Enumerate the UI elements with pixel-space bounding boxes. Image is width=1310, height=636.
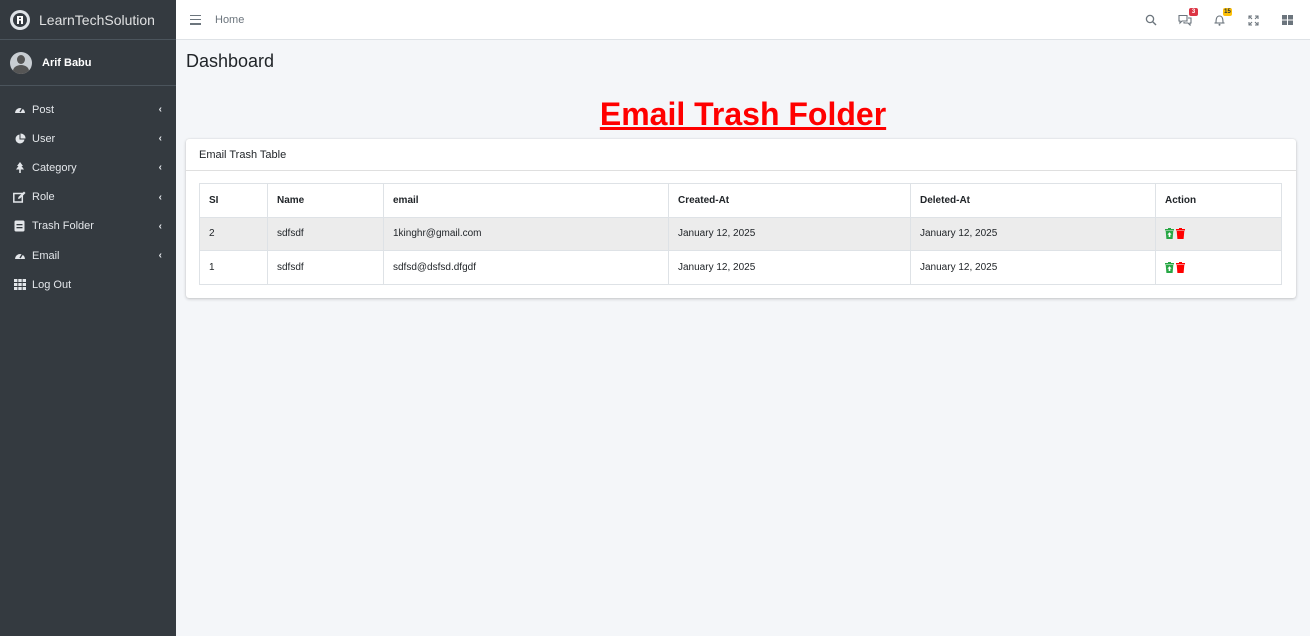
cell-deleted-at: January 12, 2025 — [910, 216, 1156, 251]
menu-toggle-icon[interactable] — [190, 14, 201, 25]
restore-icon[interactable] — [1165, 228, 1174, 240]
email-trash-card: Email Trash Table SI Name email Created-… — [186, 139, 1296, 298]
sidebar-item-category[interactable]: Category ‹ — [0, 153, 176, 182]
sidebar-item-label: Trash Folder — [32, 220, 94, 233]
sidebar-item-label: Email — [32, 249, 60, 262]
sidebar-nav: Post ‹ User ‹ Category ‹ Role ‹ Trash Fo… — [0, 86, 176, 299]
sidebar-item-label: Role — [32, 191, 55, 204]
brand-name: LearnTechSolution — [39, 11, 155, 28]
column-header-name: Name — [267, 183, 384, 218]
cell-si: 1 — [199, 250, 268, 285]
column-header-created-at: Created-At — [668, 183, 911, 218]
sidebar-item-user[interactable]: User ‹ — [0, 124, 176, 153]
sidebar-item-trash-folder[interactable]: Trash Folder ‹ — [0, 212, 176, 241]
cell-action — [1155, 216, 1282, 251]
cell-deleted-at: January 12, 2025 — [910, 250, 1156, 285]
messages-icon[interactable]: 3 — [1178, 8, 1198, 27]
column-header-email: email — [383, 183, 669, 218]
top-navbar: Home 3 15 — [176, 0, 1310, 40]
table-row: 1 sdfsdf sdfsd@dsfsd.dfgdf January 12, 2… — [199, 250, 1282, 285]
cell-email: 1kinghr@gmail.com — [383, 216, 669, 251]
cell-created-at: January 12, 2025 — [668, 250, 911, 285]
sidebar: LearnTechSolution Arif Babu Post ‹ User … — [0, 0, 176, 636]
chevron-left-icon: ‹ — [158, 250, 162, 262]
cell-si: 2 — [199, 216, 268, 251]
tachometer-icon — [13, 249, 26, 262]
notifications-badge: 15 — [1223, 8, 1232, 16]
cell-created-at: January 12, 2025 — [668, 216, 911, 251]
cell-email: sdfsd@dsfsd.dfgdf — [383, 250, 669, 285]
column-header-action: Action — [1155, 183, 1282, 218]
cell-name: sdfsdf — [267, 216, 384, 251]
chevron-left-icon: ‹ — [158, 191, 162, 203]
delete-icon[interactable] — [1176, 261, 1185, 273]
table-header-row: SI Name email Created-At Deleted-At Acti… — [199, 183, 1282, 218]
sidebar-item-log-out[interactable]: Log Out — [0, 270, 176, 299]
sidebar-item-role[interactable]: Role ‹ — [0, 183, 176, 212]
sidebar-item-label: Post — [32, 103, 55, 116]
sidebar-item-email[interactable]: Email ‹ — [0, 241, 176, 270]
pie-chart-icon — [13, 132, 26, 145]
control-sidebar-icon[interactable] — [1280, 13, 1294, 27]
grid-icon — [13, 278, 26, 291]
page-title: Dashboard — [186, 51, 275, 71]
edit-icon — [13, 191, 26, 204]
cell-name: sdfsdf — [267, 250, 384, 285]
sidebar-item-post[interactable]: Post ‹ — [0, 95, 176, 124]
tachometer-icon — [13, 103, 26, 116]
avatar — [10, 51, 32, 74]
user-panel[interactable]: Arif Babu — [0, 40, 176, 86]
table-row: 2 sdfsdf 1kinghr@gmail.com January 12, 2… — [199, 216, 1282, 251]
sidebar-item-label: Log Out — [32, 278, 72, 291]
search-icon[interactable] — [1144, 13, 1158, 27]
messages-badge: 3 — [1189, 8, 1198, 16]
fullscreen-icon[interactable] — [1246, 13, 1260, 27]
brand-logo-icon — [10, 9, 30, 30]
card-title: Email Trash Table — [186, 139, 1296, 171]
navbar-icons: 3 15 — [1144, 0, 1294, 40]
cell-action — [1155, 250, 1282, 285]
sidebar-item-label: Category — [32, 161, 77, 174]
email-trash-table: SI Name email Created-At Deleted-At Acti… — [199, 183, 1282, 285]
email-trash-heading: Email Trash Folder — [599, 96, 887, 132]
chevron-left-icon: ‹ — [158, 133, 162, 145]
tree-icon — [13, 161, 26, 174]
home-link[interactable]: Home — [215, 14, 244, 26]
restore-icon[interactable] — [1165, 261, 1174, 273]
chevron-left-icon: ‹ — [158, 220, 162, 232]
notifications-icon[interactable]: 15 — [1212, 8, 1232, 27]
chevron-left-icon: ‹ — [158, 162, 162, 174]
brand-link[interactable]: LearnTechSolution — [0, 0, 176, 40]
trash-folder-icon — [13, 220, 26, 233]
column-header-deleted-at: Deleted-At — [910, 183, 1156, 218]
user-name: Arif Babu — [42, 56, 92, 69]
column-header-si: SI — [199, 183, 268, 218]
chevron-left-icon: ‹ — [158, 104, 162, 116]
sidebar-item-label: User — [32, 132, 56, 145]
delete-icon[interactable] — [1176, 228, 1185, 240]
